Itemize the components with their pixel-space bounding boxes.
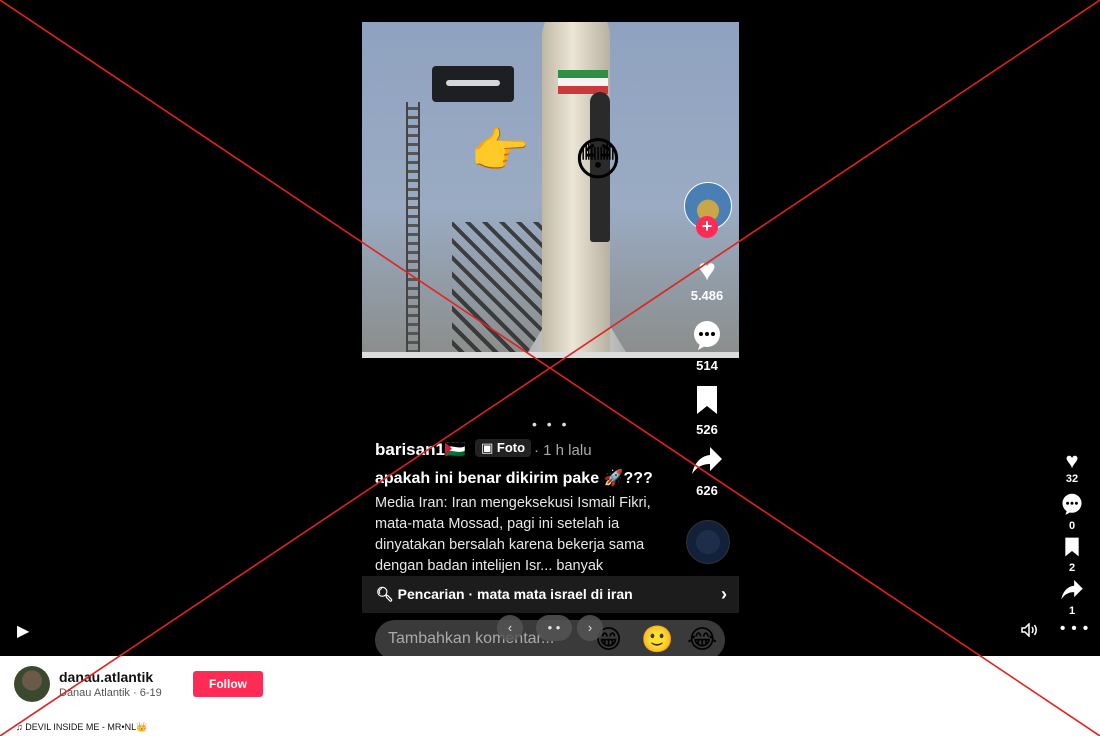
video-info-panel: danau.atlantik Danau Atlantik · 6-19 Fol… bbox=[0, 656, 1100, 736]
post-time: · 1 h lalu bbox=[534, 442, 592, 459]
flag-stripe-green bbox=[558, 70, 608, 78]
chevron-right-icon: › bbox=[721, 584, 727, 604]
speech-bubble-icon bbox=[1061, 493, 1083, 520]
post-caption-body[interactable]: Media Iran: Iran mengeksekusi Ismail Fik… bbox=[375, 493, 665, 577]
music-disc-icon[interactable] bbox=[686, 520, 730, 564]
watermark-logo bbox=[432, 66, 514, 102]
share-action[interactable]: 626 bbox=[682, 447, 732, 498]
photo-tag: ▣ Foto bbox=[475, 439, 532, 457]
author-subtitle: Danau Atlantik · 6-19 bbox=[59, 687, 162, 699]
post-photo[interactable]: 👉 😳 bbox=[362, 22, 739, 358]
save-action[interactable]: 526 bbox=[682, 386, 732, 437]
player-save-count: 2 bbox=[1068, 562, 1076, 574]
player-share-count: 1 bbox=[1068, 605, 1076, 617]
launch-tower bbox=[406, 102, 420, 358]
comment-action[interactable]: 514 bbox=[682, 320, 732, 373]
avatar[interactable] bbox=[14, 666, 50, 702]
player-comment-action[interactable]: 0 bbox=[1058, 493, 1086, 532]
comment-placeholder: Tambahkan komentar... bbox=[388, 630, 555, 647]
speech-bubble-icon bbox=[692, 321, 722, 357]
share-count: 626 bbox=[696, 483, 718, 498]
embedded-screenshot: 👉 😳 + ♥ 5.486 514 526 626 • • • barisan1… bbox=[362, 22, 739, 656]
emoji-laugh[interactable]: 😂 bbox=[687, 624, 717, 655]
search-suggestion-bar[interactable]: 🔍︎ Pencarian · mata mata israel di iran … bbox=[362, 576, 739, 613]
player-share-action[interactable]: 1 bbox=[1058, 580, 1086, 617]
post-caption-title: apakah ini benar dikirim pake 🚀??? bbox=[375, 470, 653, 487]
volume-icon[interactable] bbox=[1021, 622, 1039, 640]
follow-button[interactable]: Follow bbox=[193, 671, 263, 697]
photo-tag-label: Foto bbox=[496, 440, 526, 455]
share-arrow-icon bbox=[1061, 580, 1083, 605]
image-pager-dots: • • bbox=[536, 615, 572, 641]
heart-icon: ♥ bbox=[698, 254, 716, 287]
player-save-action[interactable]: 2 bbox=[1058, 537, 1086, 574]
flushed-face-emoji: 😳 bbox=[574, 133, 622, 185]
flag-stripe-white bbox=[558, 78, 608, 86]
carousel-indicator: • • • bbox=[532, 416, 570, 432]
play-icon[interactable]: ▶ bbox=[17, 621, 29, 641]
next-image-button[interactable]: › bbox=[577, 615, 603, 641]
stairway bbox=[452, 222, 542, 358]
search-icon: 🔍︎ bbox=[376, 586, 394, 602]
like-action[interactable]: ♥ 5.486 bbox=[682, 254, 732, 304]
music-track[interactable]: ♫ DEVIL INSIDE ME - MR•NL👑 bbox=[16, 722, 147, 733]
post-username[interactable]: barisan1🇵🇸 bbox=[375, 440, 466, 460]
author-handle[interactable]: danau.atlantik bbox=[59, 669, 153, 685]
follow-plus-icon[interactable]: + bbox=[696, 216, 718, 238]
more-dots-icon[interactable]: • • • bbox=[1060, 620, 1089, 637]
player-comment-count: 0 bbox=[1068, 520, 1076, 532]
pointing-hand-emoji: 👉 bbox=[470, 125, 530, 178]
comment-count: 514 bbox=[696, 358, 718, 373]
like-count: 5.486 bbox=[690, 288, 724, 303]
prev-image-button[interactable]: ‹ bbox=[497, 615, 523, 641]
heart-icon: ♥ bbox=[1065, 448, 1079, 473]
player-like-action[interactable]: ♥ 32 bbox=[1058, 448, 1086, 486]
share-arrow-icon bbox=[692, 447, 722, 482]
bookmark-icon bbox=[1064, 537, 1080, 562]
save-count: 526 bbox=[696, 422, 718, 437]
bookmark-icon bbox=[695, 386, 719, 421]
search-suggestion-text: Pencarian · mata mata israel di iran bbox=[397, 586, 633, 602]
player-like-count: 32 bbox=[1065, 473, 1079, 485]
video-player: 👉 😳 + ♥ 5.486 514 526 626 • • • barisan1… bbox=[0, 0, 1100, 656]
emoji-smile[interactable]: 🙂 bbox=[641, 624, 673, 655]
